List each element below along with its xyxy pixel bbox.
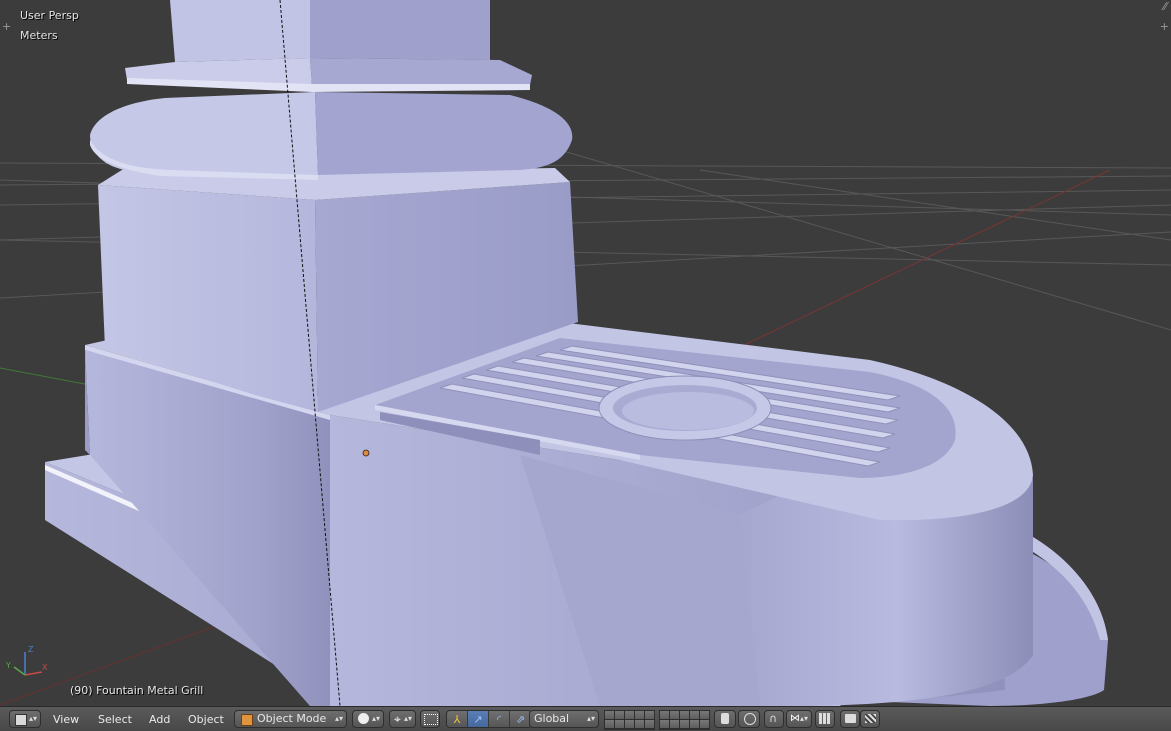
snap-target-button[interactable]: [815, 710, 835, 728]
region-split-corner-icon[interactable]: ⁄⁄: [1163, 1, 1167, 12]
3d-viewport[interactable]: Z X Y + ⁄⁄ + User Persp Meters (90) Foun…: [0, 0, 1171, 706]
grid-icon: [819, 713, 831, 724]
menu-object[interactable]: Object: [188, 712, 224, 728]
editor-type-button[interactable]: ▴▾: [9, 710, 41, 728]
object-origin: [362, 449, 370, 457]
pillar-shaft-right: [310, 0, 490, 60]
view-name-label: User Persp: [20, 9, 79, 22]
chevron-updown-icon: ▴▾: [371, 714, 380, 723]
solid-sphere-icon: [358, 713, 369, 724]
orientation-label: Global: [534, 712, 570, 725]
axis-gizmo: [13, 652, 43, 676]
region-toggle-left-icon[interactable]: +: [2, 21, 11, 32]
snap-toggle[interactable]: ∩: [764, 710, 784, 728]
viewport-scene: Z X Y: [0, 0, 1171, 706]
chevron-updown-icon: ▴▾: [799, 714, 808, 723]
pivot-point-icon: ⌖: [394, 712, 401, 726]
menu-view[interactable]: View: [53, 712, 79, 728]
menu-add[interactable]: Add: [149, 712, 170, 728]
proportional-edit-button[interactable]: [738, 710, 760, 728]
pillar-molding-right: [315, 92, 573, 175]
axis-label-y: Y: [5, 661, 11, 670]
lock-icon: [721, 713, 729, 724]
camera-icon: [845, 714, 856, 723]
active-object-label: (90) Fountain Metal Grill: [70, 684, 204, 697]
layer-buttons-group-2[interactable]: [659, 710, 710, 730]
arc-icon: ◜: [496, 712, 502, 726]
magnet-icon: ∩: [769, 712, 778, 725]
units-label: Meters: [20, 29, 58, 42]
proportional-circle-icon: [744, 713, 756, 725]
manipulator-axes-icon: ⅄: [453, 712, 461, 726]
cube-icon: [15, 714, 27, 726]
manipulator-group: ⅄ ↗ ◜ ⇗: [446, 710, 532, 728]
manipulator-toggle[interactable]: ⅄: [447, 711, 468, 727]
render-animation-button[interactable]: [860, 710, 880, 728]
rotate-manipulator[interactable]: ◜: [489, 711, 510, 727]
arrow-icon: ↗: [473, 712, 483, 726]
scale-arrow-icon: ⇗: [515, 712, 526, 726]
pillar-shaft-left: [170, 0, 310, 62]
dotted-box-icon: [424, 714, 438, 725]
axis-label-z: Z: [28, 645, 34, 654]
clapperboard-icon: [865, 714, 876, 723]
chevron-updown-icon: ▴▾: [334, 714, 343, 723]
render-still-button[interactable]: [840, 710, 860, 728]
pillar-molding-left: [90, 92, 318, 175]
mode-label: Object Mode: [257, 712, 327, 725]
axis-label-x: X: [42, 663, 48, 672]
y-axis-line: [0, 367, 91, 386]
menu-select[interactable]: Select: [98, 712, 132, 728]
limit-selection-toggle[interactable]: [420, 710, 440, 728]
snap-increment-icon: ⋈: [790, 713, 800, 724]
pillar-cap-right: [310, 58, 532, 85]
mode-select[interactable]: Object Mode ▴▾: [234, 710, 347, 728]
viewport-header: ▴▾ View Select Add Object Object Mode ▴▾…: [0, 706, 1171, 731]
transform-orientation-select[interactable]: Global ▴▾: [529, 710, 599, 728]
lock-camera-button[interactable]: [714, 710, 736, 728]
viewport-shading-select[interactable]: ▴▾: [352, 710, 384, 728]
region-toggle-right-icon[interactable]: +: [1160, 21, 1169, 32]
pivot-point-select[interactable]: ⌖ ▴▾: [389, 710, 416, 728]
scale-manipulator[interactable]: ⇗: [510, 711, 531, 727]
object-mode-icon: [241, 714, 253, 726]
chevron-updown-icon: ▴▾: [28, 714, 37, 723]
layer-buttons-group-1[interactable]: [604, 710, 655, 730]
chevron-updown-icon: ▴▾: [403, 714, 412, 723]
chevron-updown-icon: ▴▾: [586, 714, 595, 723]
snap-element-select[interactable]: ⋈ ▴▾: [786, 710, 812, 728]
translate-manipulator[interactable]: ↗: [468, 711, 489, 727]
